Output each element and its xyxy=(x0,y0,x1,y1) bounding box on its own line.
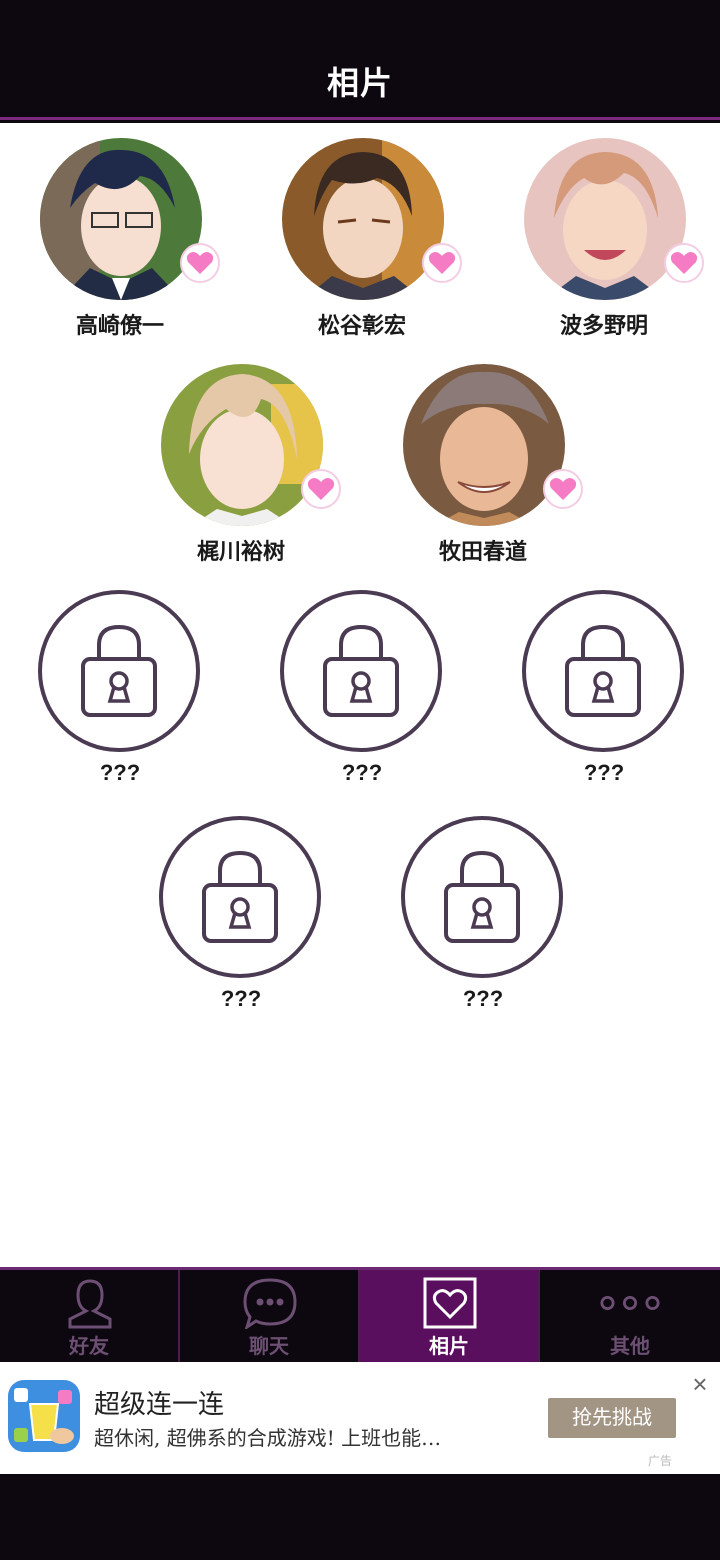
character-avatar[interactable] xyxy=(161,364,323,526)
tab-photos[interactable]: 相片 xyxy=(360,1270,540,1362)
close-icon[interactable]: × xyxy=(688,1371,712,1397)
locked-card-2[interactable]: ??? xyxy=(242,575,482,785)
tab-label: 其他 xyxy=(610,1336,650,1358)
locked-avatar[interactable] xyxy=(401,816,563,978)
character-card-3[interactable]: 波多野明 xyxy=(484,123,720,338)
lock-icon xyxy=(81,624,157,717)
photo-gallery: 高崎僚一 松谷彰宏 波多野明 梶川裕树 牧田春道 ??? ??? ??? ???… xyxy=(0,123,720,1267)
locked-avatar[interactable] xyxy=(280,590,442,752)
locked-name: ??? xyxy=(220,986,262,1011)
heart-badge[interactable] xyxy=(543,469,583,509)
ad-mark: 广告 xyxy=(648,1454,673,1468)
lock-icon xyxy=(565,624,641,717)
heart-icon xyxy=(549,478,577,500)
tab-label: 相片 xyxy=(429,1336,469,1358)
person-icon xyxy=(60,1276,120,1330)
ad-description: 超休闲, 超佛系的合成游戏! 上班也能… xyxy=(94,1426,442,1450)
lock-icon xyxy=(202,850,278,943)
lock-icon xyxy=(323,624,399,717)
character-name: 松谷彰宏 xyxy=(317,313,406,338)
heart-icon xyxy=(428,252,456,274)
more-dots-icon xyxy=(600,1276,660,1330)
locked-card-4[interactable]: ??? xyxy=(121,801,361,1011)
locked-name: ??? xyxy=(583,760,625,785)
character-avatar[interactable] xyxy=(40,138,202,300)
locked-name: ??? xyxy=(341,760,383,785)
page-title: 相片 xyxy=(326,65,393,101)
locked-avatar[interactable] xyxy=(522,590,684,752)
locked-avatar[interactable] xyxy=(159,816,321,978)
character-name: 牧田春道 xyxy=(438,539,527,564)
heart-badge[interactable] xyxy=(301,469,341,509)
locked-name: ??? xyxy=(462,986,504,1011)
locked-card-3[interactable]: ??? xyxy=(484,575,720,785)
tab-label: 好友 xyxy=(69,1336,109,1358)
heart-icon xyxy=(670,252,698,274)
character-avatar[interactable] xyxy=(403,364,565,526)
ad-banner[interactable]: 超级连一连 超休闲, 超佛系的合成游戏! 上班也能… 抢先挑战 × 广告 xyxy=(0,1362,720,1474)
bottom-tab-bar: 好友 聊天 相片 其他 xyxy=(0,1267,720,1362)
character-name: 波多野明 xyxy=(559,313,648,338)
character-name: 梶川裕树 xyxy=(196,539,285,564)
character-card-5[interactable]: 牧田春道 xyxy=(363,349,603,564)
character-name: 高崎僚一 xyxy=(75,313,164,338)
character-card-1[interactable]: 高崎僚一 xyxy=(0,123,240,338)
character-card-2[interactable]: 松谷彰宏 xyxy=(242,123,482,338)
heart-badge[interactable] xyxy=(422,243,462,283)
system-bottom-bar xyxy=(0,1474,720,1560)
character-card-4[interactable]: 梶川裕树 xyxy=(121,349,361,564)
locked-card-5[interactable]: ??? xyxy=(363,801,603,1011)
character-avatar[interactable] xyxy=(282,138,444,300)
heart-icon xyxy=(307,478,335,500)
locked-avatar[interactable] xyxy=(38,590,200,752)
app-header: 相片 xyxy=(0,0,720,120)
ad-cta-button[interactable]: 抢先挑战 xyxy=(548,1398,676,1438)
tab-label: 聊天 xyxy=(249,1336,289,1358)
lock-icon xyxy=(444,850,520,943)
chat-bubble-icon xyxy=(240,1276,300,1330)
ad-app-icon[interactable] xyxy=(8,1380,80,1452)
heart-badge[interactable] xyxy=(180,243,220,283)
locked-name: ??? xyxy=(99,760,141,785)
heart-badge[interactable] xyxy=(664,243,704,283)
heart-icon xyxy=(186,252,214,274)
ad-title: 超级连一连 xyxy=(94,1390,225,1420)
character-avatar[interactable] xyxy=(524,138,686,300)
tab-more[interactable]: 其他 xyxy=(540,1270,720,1362)
tab-friends[interactable]: 好友 xyxy=(0,1270,180,1362)
tab-chat[interactable]: 聊天 xyxy=(180,1270,360,1362)
locked-card-1[interactable]: ??? xyxy=(0,575,240,785)
heart-frame-icon xyxy=(420,1276,480,1330)
